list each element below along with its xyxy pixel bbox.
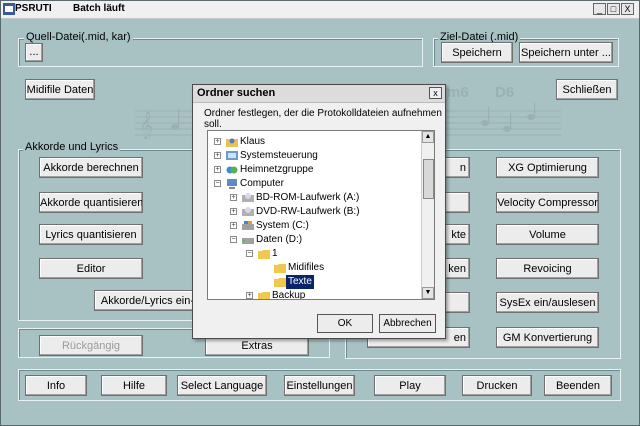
hard-drive-icon: [242, 221, 254, 230]
info-button[interactable]: Info: [25, 375, 87, 396]
quantize-chords-button[interactable]: Akkorde quantisieren: [39, 192, 143, 213]
expand-icon[interactable]: +: [246, 292, 253, 299]
save-as-button[interactable]: Speichern unter ...: [519, 42, 613, 63]
homegroup-icon: [226, 166, 238, 174]
quit-button[interactable]: Beenden: [544, 375, 612, 396]
svg-text:𝄞: 𝄞: [139, 111, 153, 139]
app-icon: [3, 3, 15, 15]
tree-item-system-control[interactable]: + Systemsteuerung: [208, 149, 422, 163]
expand-icon[interactable]: +: [214, 138, 221, 145]
tree-item-bd-drive[interactable]: + BD-ROM-Laufwerk (A:): [208, 191, 422, 205]
scroll-thumb[interactable]: [423, 159, 434, 199]
hard-drive-icon: [242, 238, 254, 244]
tree-item-folder-1[interactable]: − 1: [208, 247, 422, 261]
ok-button[interactable]: OK: [317, 314, 373, 333]
collapse-icon[interactable]: −: [246, 250, 253, 257]
dialog-title-bar: Ordner suchen x: [193, 85, 445, 103]
calc-chords-button[interactable]: Akkorde berechnen: [39, 157, 143, 178]
play-button[interactable]: Play: [374, 375, 446, 396]
title-bar: PSRUTI Batch läuft _ □ X: [1, 1, 639, 19]
tree-scrollbar[interactable]: ▲ ▼: [421, 131, 434, 299]
folder-icon: [258, 250, 270, 259]
sysex-button[interactable]: SysEx ein/auslesen: [496, 292, 599, 313]
folder-icon: [258, 292, 270, 299]
computer-icon: [227, 179, 237, 189]
save-button[interactable]: Speichern: [441, 42, 513, 63]
disc-drive-icon: [242, 193, 254, 202]
expand-icon[interactable]: +: [230, 194, 237, 201]
collapse-icon[interactable]: −: [230, 236, 237, 243]
settings-button[interactable]: Einstellungen: [284, 375, 355, 396]
folder-icon: [274, 278, 286, 287]
tree-item-backup[interactable]: + Backup: [208, 289, 422, 299]
cancel-button[interactable]: Abbrechen: [379, 314, 436, 333]
scroll-down-icon[interactable]: ▼: [422, 287, 434, 299]
tree-item-data-drive[interactable]: − Daten (D:): [208, 233, 422, 247]
undo-button[interactable]: Rückgängig: [39, 335, 143, 356]
disc-drive-icon: [242, 207, 254, 216]
expand-icon[interactable]: +: [230, 222, 237, 229]
dialog-description: Ordner festlegen, der die Protokolldatei…: [204, 108, 442, 130]
close-window-button[interactable]: X: [621, 3, 634, 15]
revoicing-button[interactable]: Revoicing: [496, 258, 599, 279]
select-language-button[interactable]: Select Language: [177, 375, 267, 396]
collapse-icon[interactable]: −: [214, 180, 221, 187]
maximize-button[interactable]: □: [607, 3, 620, 15]
main-window: PSRUTI Batch läuft _ □ X Quell-Datei(.mi…: [0, 0, 640, 426]
quantize-lyrics-button[interactable]: Lyrics quantisieren: [39, 224, 143, 245]
close-file-button[interactable]: Schließen: [556, 79, 618, 100]
expand-icon[interactable]: +: [214, 152, 221, 159]
scroll-up-icon[interactable]: ▲: [422, 131, 434, 143]
volume-button[interactable]: Volume: [496, 224, 599, 245]
expand-icon[interactable]: +: [230, 208, 237, 215]
help-button[interactable]: Hilfe: [101, 375, 167, 396]
dialog-close-icon[interactable]: x: [429, 87, 442, 99]
staff-chord-2: D6: [495, 84, 515, 101]
tree-item-computer[interactable]: − Computer: [208, 177, 422, 191]
folder-tree[interactable]: + Klaus + Systemsteuerung + Heimnetzgrup…: [207, 130, 435, 300]
tree-item-klaus[interactable]: + Klaus: [208, 135, 422, 149]
chords-lyrics-io-button[interactable]: Akkorde/Lyrics ein-/: [94, 290, 204, 311]
print-button[interactable]: Drucken: [462, 375, 532, 396]
dialog-title: Ordner suchen: [197, 87, 276, 99]
editor-button[interactable]: Editor: [39, 258, 143, 279]
control-panel-icon: [226, 151, 238, 160]
user-folder-icon: [226, 138, 238, 147]
app-title: PSRUTI: [15, 3, 52, 14]
midifile-data-button[interactable]: Midifile Daten: [25, 79, 95, 100]
source-file-label: Quell-Datei(.mid, kar): [24, 31, 133, 43]
gm-convert-button[interactable]: GM Konvertierung: [496, 327, 599, 348]
tree-item-midifiles[interactable]: Midifiles: [208, 261, 422, 275]
status-text: Batch läuft: [73, 3, 125, 14]
chords-lyrics-label: Akkorde und Lyrics: [23, 141, 121, 153]
folder-browse-dialog: Ordner suchen x Ordner festlegen, der di…: [192, 84, 446, 339]
folder-icon: [274, 264, 286, 273]
tree-item-system-drive[interactable]: + System (C:): [208, 219, 422, 233]
tree-item-texte[interactable]: Texte: [208, 275, 422, 289]
expand-icon[interactable]: +: [214, 166, 221, 173]
tree-item-dvd-drive[interactable]: + DVD-RW-Laufwerk (B:): [208, 205, 422, 219]
velocity-compressor-button[interactable]: Velocity Compressor: [496, 192, 599, 213]
xg-optimize-button[interactable]: XG Optimierung: [496, 157, 599, 178]
staff-chord-1: m6: [447, 84, 469, 101]
browse-source-button[interactable]: ...: [25, 43, 43, 62]
tree-item-homegroup[interactable]: + Heimnetzgruppe: [208, 163, 422, 177]
minimize-button[interactable]: _: [593, 3, 606, 15]
